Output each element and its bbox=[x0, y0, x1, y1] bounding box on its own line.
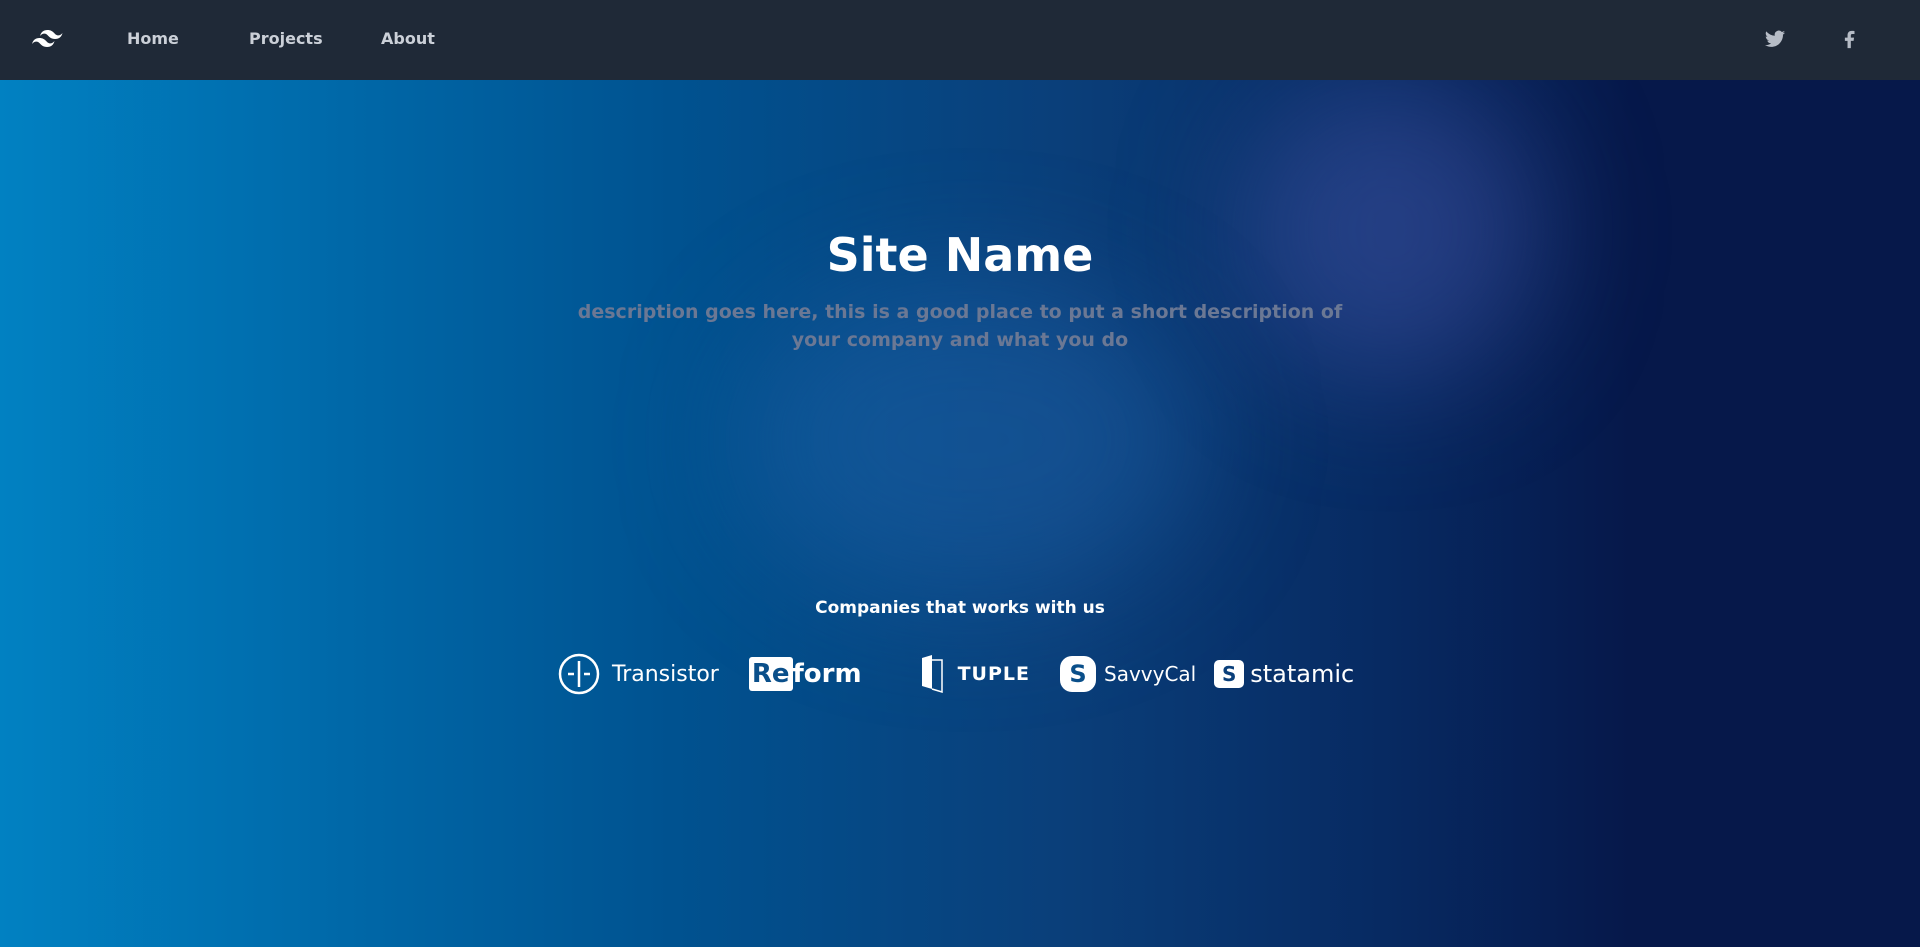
top-nav: Home Projects About bbox=[0, 0, 1920, 80]
hero-section: Site Name description goes here, this is… bbox=[0, 80, 1920, 947]
companies-heading: Companies that works with us bbox=[815, 598, 1105, 618]
site-title: Site Name bbox=[826, 228, 1094, 282]
reform-mark: Re bbox=[748, 657, 793, 691]
nav-projects[interactable]: Projects bbox=[249, 29, 323, 48]
twitter-icon[interactable] bbox=[1764, 28, 1786, 50]
logo-reform: Re form bbox=[748, 657, 862, 691]
company-logos: Transistor Re form TUPLE S SavvyCal S sta… bbox=[558, 651, 1384, 697]
logo-statamic: S statamic bbox=[1214, 660, 1354, 688]
logo-savvycal: S SavvyCal bbox=[1060, 656, 1196, 692]
tuple-icon bbox=[921, 655, 943, 694]
logo-transistor: Transistor bbox=[558, 653, 719, 695]
statamic-icon: S bbox=[1214, 660, 1245, 688]
logo-tuple: TUPLE bbox=[920, 654, 1030, 694]
savvycal-icon: S bbox=[1060, 656, 1096, 692]
facebook-icon[interactable] bbox=[1838, 28, 1860, 50]
nav-about[interactable]: About bbox=[381, 29, 435, 48]
transistor-icon bbox=[558, 653, 600, 695]
logo-icon[interactable] bbox=[32, 28, 64, 52]
nav-home[interactable]: Home bbox=[127, 29, 179, 48]
site-description: description goes here, this is a good pl… bbox=[577, 301, 1343, 351]
